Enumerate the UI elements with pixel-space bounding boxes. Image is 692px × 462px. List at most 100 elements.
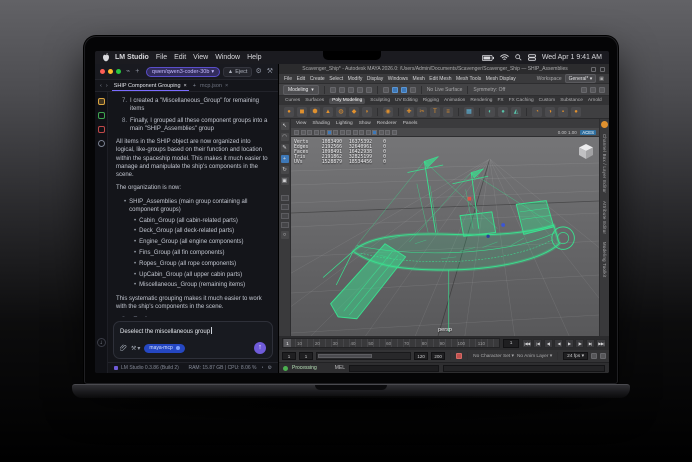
boolean-union-icon[interactable]: ◐	[485, 107, 495, 117]
maya-titlebar[interactable]: Scavenger_Ship* - Autodesk MAYA 2026.0: …	[279, 64, 609, 74]
wifi-icon[interactable]	[500, 54, 509, 61]
panel-menu-item[interactable]: View	[296, 121, 306, 126]
redo-icon[interactable]	[366, 87, 372, 93]
undo-icon[interactable]	[357, 87, 363, 93]
tab-ship-component-grouping[interactable]: SHIP Component Grouping ×	[112, 81, 189, 91]
snap-plane-icon[interactable]	[410, 87, 416, 93]
auto-key-icon[interactable]	[456, 353, 462, 359]
chat-transcript[interactable]: 7. I created a "Miscellaneous_Group" for…	[108, 92, 278, 317]
save-scene-icon[interactable]	[348, 87, 354, 93]
lock-camera-icon[interactable]	[301, 130, 306, 135]
rotate-tool-icon[interactable]: ↻	[281, 166, 289, 174]
animation-start-field[interactable]: 1	[282, 352, 296, 360]
panel-menu-item[interactable]: Show	[359, 121, 371, 126]
copy-icon[interactable]: ⧉	[133, 316, 138, 317]
shadows-icon[interactable]	[353, 130, 358, 135]
shelf-tab[interactable]: Sculpting	[370, 98, 390, 103]
playback-button[interactable]: ▶	[565, 339, 574, 348]
maya-menu-item[interactable]: Edit	[297, 76, 306, 82]
maya-menu-item[interactable]: Display	[367, 76, 383, 82]
poly-cone-icon[interactable]: ▲	[323, 107, 333, 117]
playback-end-field[interactable]: 120	[414, 352, 428, 360]
zoom-tool-icon[interactable]: ○	[281, 231, 289, 239]
shelf-tab-active[interactable]: Poly Modeling	[329, 98, 365, 104]
shelf-tab[interactable]: Custom	[539, 98, 556, 103]
select-tool-icon[interactable]: ↖	[281, 122, 289, 130]
panel-menu-item[interactable]: Shading	[312, 121, 330, 126]
current-frame-marker[interactable]: 1	[284, 339, 291, 347]
more-icon[interactable]: ⋯	[156, 316, 163, 317]
scale-tool-icon[interactable]: ▣	[281, 177, 289, 185]
range-handle[interactable]	[318, 354, 372, 358]
tools-selector[interactable]: ⚒▾	[131, 345, 140, 352]
sidebar-vertical-tab[interactable]: Channel Box / Layer Editor	[602, 134, 607, 193]
character-set-dropdown[interactable]: No Character Set ▾	[473, 354, 514, 359]
shelf-tab[interactable]: Curves	[285, 98, 300, 103]
menubar-menu-item[interactable]: Window	[215, 54, 240, 61]
playback-button[interactable]: |◀◀	[522, 339, 532, 348]
exposure-value[interactable]: 0.00	[558, 130, 567, 135]
bookmark-icon[interactable]	[314, 130, 319, 135]
gear-icon[interactable]: ⚙	[255, 68, 261, 75]
maya-menu-item[interactable]: Mesh Display	[486, 76, 516, 82]
screen-space-ao-icon[interactable]	[359, 130, 364, 135]
render-settings-icon[interactable]	[599, 87, 605, 93]
panel-menu-item[interactable]: Lighting	[336, 121, 353, 126]
apple-logo-icon[interactable]	[102, 53, 110, 62]
menubar-menu-item[interactable]: Edit	[174, 54, 186, 61]
settings-icon[interactable]: ⚙	[268, 365, 272, 371]
menubar-app-name[interactable]: LM Studio	[115, 54, 149, 61]
shelf-tab[interactable]: FX	[497, 98, 503, 103]
lock-icon[interactable]: ▣	[599, 76, 604, 82]
fps-dropdown[interactable]: 24 fps ▾	[563, 352, 588, 360]
poly-disc-icon[interactable]: ◗	[362, 107, 372, 117]
move-tool-icon[interactable]: +	[281, 155, 289, 163]
playback-button[interactable]: |▶	[575, 339, 584, 348]
developer-icon[interactable]	[98, 112, 105, 119]
current-time-field[interactable]: 1	[503, 339, 519, 348]
extrude-icon[interactable]: ▪	[558, 107, 568, 117]
playback-button[interactable]: ◀|	[544, 339, 553, 348]
image-plane-icon[interactable]	[320, 130, 325, 135]
snap-point-icon[interactable]	[401, 87, 407, 93]
shaded-icon[interactable]	[333, 130, 338, 135]
boolean-difference-icon[interactable]: ●	[498, 107, 508, 117]
wrench-icon[interactable]: ⚒	[267, 68, 273, 75]
type-tool-icon[interactable]: T	[430, 107, 440, 117]
time-slider-track[interactable]: 102030405060708090100110 1	[282, 338, 500, 348]
control-center-icon[interactable]	[528, 54, 536, 61]
bevel-icon[interactable]: ◔	[532, 107, 542, 117]
close-window-button[interactable]	[100, 69, 105, 74]
maya-menu-item[interactable]: Mesh Tools	[456, 76, 481, 82]
lighting-icon[interactable]	[346, 130, 351, 135]
discover-icon[interactable]	[98, 140, 105, 147]
maya-menu-item[interactable]: Windows	[388, 76, 408, 82]
menubar-menu-item[interactable]: File	[156, 54, 167, 61]
open-scene-icon[interactable]	[339, 87, 345, 93]
maya-menu-item[interactable]: Edit Mesh	[429, 76, 451, 82]
shelf-tab[interactable]: Rendering	[470, 98, 492, 103]
animation-end-field[interactable]: 200	[431, 352, 445, 360]
bridge-icon[interactable]: ◑	[545, 107, 555, 117]
edit-icon[interactable]: ✎	[144, 316, 149, 317]
chat-input[interactable]: Deselect the miscellaneous group	[120, 327, 266, 335]
gamma-value[interactable]: 1.00	[568, 130, 577, 135]
live-surface-indicator[interactable]: No Live Surface	[427, 87, 463, 93]
playback-start-field[interactable]: 1	[299, 352, 313, 360]
downloads-icon[interactable]: ↓	[97, 338, 106, 347]
snap-grid-icon[interactable]	[383, 87, 389, 93]
arnold-icon[interactable]	[601, 121, 608, 128]
panel-menu-item[interactable]: Renderer	[377, 121, 397, 126]
new-tab-icon[interactable]: +	[193, 83, 196, 89]
loaded-model-pill[interactable]: qwen/qwen3-coder-30b ▾	[146, 67, 219, 77]
curve-tool-icon[interactable]: ✂	[417, 107, 427, 117]
maya-menu-item[interactable]: Modify	[348, 76, 363, 82]
poly-sphere-icon[interactable]: ●	[284, 107, 294, 117]
boolean-intersect-icon[interactable]: ◭	[511, 107, 521, 117]
menubar-menu-item[interactable]: View	[193, 54, 208, 61]
shelf-tab[interactable]: Substance	[560, 98, 583, 103]
sidebar-vertical-tab[interactable]: Attribute Editor	[602, 201, 607, 234]
view-cube[interactable]	[578, 143, 594, 160]
playback-button[interactable]: ◀	[554, 339, 563, 348]
close-tab-icon[interactable]: ×	[184, 83, 187, 89]
